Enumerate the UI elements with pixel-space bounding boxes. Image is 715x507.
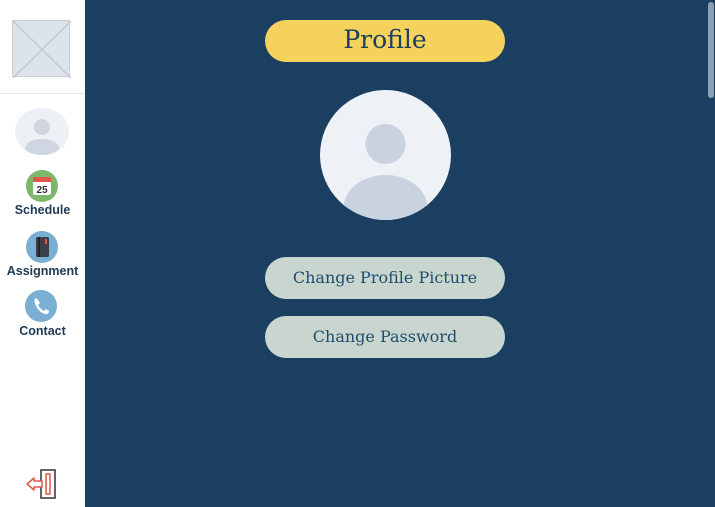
logo-placeholder-image xyxy=(12,20,71,78)
sidebar-item-label: Contact xyxy=(19,324,66,338)
calendar-icon: 25 xyxy=(26,170,58,202)
sidebar: 25 Schedule Assignment Contact xyxy=(0,0,85,507)
phone-icon xyxy=(25,290,57,322)
sidebar-item-contact[interactable]: Contact xyxy=(0,290,85,338)
sidebar-item-schedule[interactable]: 25 Schedule xyxy=(0,170,85,218)
change-profile-picture-button[interactable]: Change Profile Picture xyxy=(265,257,505,299)
profile-avatar-icon xyxy=(320,90,451,220)
sidebar-item-assignment[interactable]: Assignment xyxy=(0,231,85,279)
sidebar-item-label: Assignment xyxy=(6,264,79,278)
sidebar-item-label: Schedule xyxy=(14,203,71,217)
book-icon xyxy=(26,231,58,263)
user-avatar-icon[interactable] xyxy=(15,108,69,155)
scrollbar-thumb[interactable] xyxy=(708,2,714,98)
calendar-badge: 25 xyxy=(36,185,48,196)
logout-icon[interactable] xyxy=(26,468,58,500)
sidebar-divider xyxy=(0,93,85,94)
change-password-button[interactable]: Change Password xyxy=(265,316,505,358)
page-title: Profile xyxy=(265,20,505,62)
scrollbar[interactable] xyxy=(706,0,715,507)
